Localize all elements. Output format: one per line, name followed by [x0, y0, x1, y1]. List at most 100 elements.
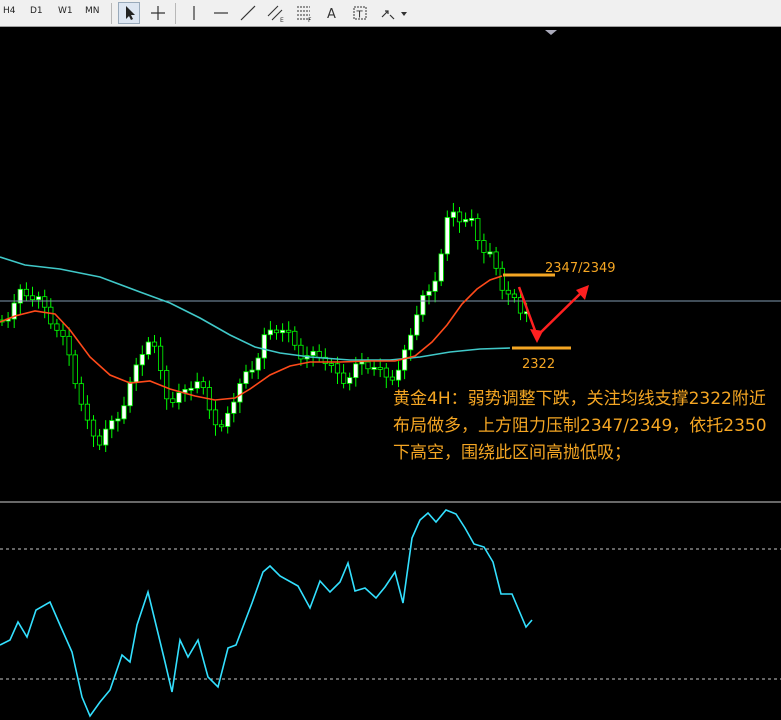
candle-body: [97, 435, 103, 446]
candle-body: [36, 296, 42, 301]
candle-body: [334, 363, 341, 374]
candle-body: [310, 350, 316, 356]
fibonacci-icon[interactable]: F: [294, 3, 314, 23]
candle-body: [139, 354, 145, 366]
candle-body: [499, 267, 505, 291]
candle-body: [328, 363, 335, 366]
candle-body: [279, 329, 286, 334]
candle-body: [414, 314, 420, 336]
candle-body: [505, 289, 511, 295]
timeframe-mn[interactable]: MN: [85, 6, 100, 16]
candle-body: [84, 403, 90, 421]
candle-body: [426, 290, 432, 296]
cursor-arrow-icon[interactable]: [118, 2, 140, 24]
resistance-label: 2347/2349: [545, 261, 616, 276]
text-label-icon[interactable]: T: [350, 3, 370, 23]
svg-text:T: T: [356, 10, 364, 21]
up-arrow-head: [576, 285, 589, 300]
candle-body: [151, 341, 158, 347]
candle-body: [133, 364, 139, 383]
candle-body: [225, 412, 231, 427]
down-arrow-head: [530, 329, 543, 343]
candle-body: [365, 361, 371, 370]
candle-body: [432, 280, 438, 292]
candle-body: [383, 367, 389, 378]
crosshair-icon[interactable]: [148, 3, 168, 23]
trendline-icon[interactable]: [238, 3, 258, 23]
candle-body: [340, 372, 347, 384]
candle-body: [450, 211, 457, 218]
price-chart[interactable]: [0, 27, 781, 720]
candle-body: [273, 329, 280, 334]
candle-body: [408, 334, 414, 351]
candle-body: [164, 370, 170, 400]
candle-body: [475, 218, 481, 242]
candle-body: [462, 219, 469, 223]
candle-body: [212, 409, 219, 426]
candle-body: [127, 381, 133, 407]
candle-body: [444, 217, 450, 255]
candle-body: [243, 371, 249, 384]
candle-body: [145, 341, 151, 355]
candle-body: [23, 288, 30, 297]
candle-body: [194, 381, 200, 389]
horizontal-line-icon[interactable]: [211, 3, 231, 23]
candle-body: [438, 253, 444, 282]
candle-body: [29, 295, 36, 301]
svg-text:A: A: [327, 7, 336, 22]
candle-body: [237, 383, 243, 403]
candle-body: [316, 350, 322, 358]
slow-moving-average-line: [0, 256, 511, 361]
timeframe-d1[interactable]: D1: [30, 6, 43, 16]
candle-body: [493, 251, 499, 269]
candle-body: [511, 293, 518, 298]
candle-body: [456, 211, 463, 223]
candle-body: [48, 306, 54, 325]
candle-body: [517, 297, 524, 314]
candle-body: [359, 361, 365, 365]
support-label: 2322: [522, 357, 556, 372]
toolbar-separator: [111, 3, 112, 24]
candle-body: [487, 251, 493, 255]
vertical-line-icon[interactable]: [184, 3, 204, 23]
candle-body: [347, 377, 353, 384]
timeframe-w1[interactable]: W1: [58, 6, 73, 16]
candle-body: [267, 329, 274, 336]
candle-body: [90, 419, 97, 437]
candle-body: [353, 363, 359, 379]
candle-body: [188, 387, 194, 391]
text-icon[interactable]: A: [322, 3, 342, 23]
candle-body: [176, 392, 182, 403]
candle-body: [298, 344, 304, 360]
candle-body: [200, 381, 206, 388]
candle-body: [121, 405, 127, 420]
candle-body: [371, 366, 377, 370]
candle-body: [377, 366, 383, 370]
projected-path-arrow: [517, 286, 586, 339]
candle-body: [389, 376, 396, 381]
arrow-shapes-dropdown-icon[interactable]: [378, 3, 412, 23]
candle-body: [66, 335, 72, 356]
candle-body: [42, 296, 48, 308]
equidistant-channel-icon[interactable]: E: [266, 3, 286, 23]
candle-body: [72, 354, 78, 385]
candle-body: [420, 294, 426, 316]
candle-body: [249, 369, 255, 373]
svg-text:E: E: [280, 17, 284, 23]
candle-body: [481, 240, 487, 253]
candle-body: [286, 329, 292, 333]
analysis-note: 黄金4H：弱势调整下跌，关注均线支撑2322附近布局做多，上方阻力压制2347/…: [393, 389, 767, 463]
candle-body: [115, 418, 121, 422]
candle-body: [157, 345, 164, 371]
candle-body: [109, 420, 115, 430]
chart-shift-marker: [545, 30, 557, 35]
candle-body: [469, 218, 475, 221]
timeframe-h4[interactable]: H4: [3, 6, 16, 16]
svg-text:F: F: [308, 17, 312, 23]
chart-toolbar: H4 D1 W1 MN E F A T: [0, 0, 781, 27]
candle-body: [255, 357, 261, 371]
candle-body: [401, 349, 408, 371]
candle-body: [54, 323, 60, 331]
oscillator-line: [0, 509, 533, 718]
candle-body: [395, 369, 402, 381]
